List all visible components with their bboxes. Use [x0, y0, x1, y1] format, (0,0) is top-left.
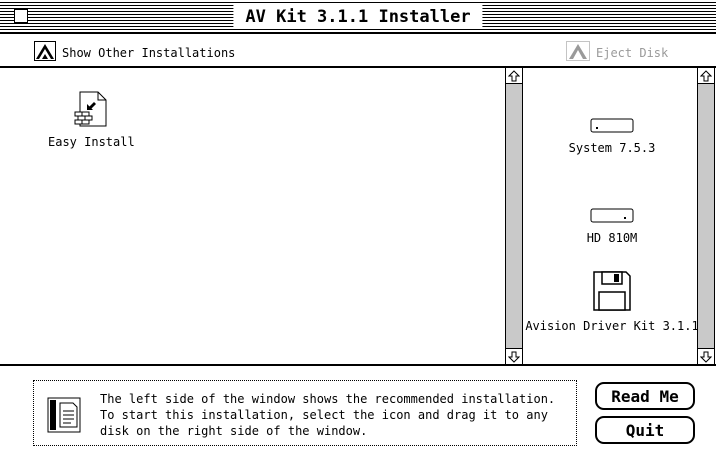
disk-label: Avision Driver Kit 3.1.1: [525, 319, 699, 333]
title-bar[interactable]: AV Kit 3.1.1 Installer: [0, 0, 716, 34]
scroll-down-arrow-icon[interactable]: [698, 348, 714, 364]
disk-pane: System 7.5.3 HD 810M Avision Driver Kit …: [525, 68, 699, 364]
installation-pane: Easy Install: [0, 68, 505, 364]
close-box[interactable]: [14, 9, 28, 23]
left-scrollbar[interactable]: [505, 68, 523, 364]
floppy-disk-icon: [592, 270, 632, 315]
show-other-label: Show Other Installations: [62, 45, 236, 60]
read-me-button[interactable]: Read Me: [595, 382, 695, 410]
eject-disk-label: Eject Disk: [596, 45, 669, 60]
toolbar: Show Other Installations Eject Disk: [0, 34, 716, 68]
installer-doc-icon: [72, 90, 110, 131]
installer-window: AV Kit 3.1.1 Installer Show Other Instal…: [0, 0, 716, 456]
disk-floppy[interactable]: Avision Driver Kit 3.1.1: [525, 270, 699, 333]
easy-install-item[interactable]: Easy Install: [48, 90, 135, 149]
disk-system[interactable]: System 7.5.3: [527, 116, 697, 155]
show-other-installations-button[interactable]: Show Other Installations: [34, 41, 235, 64]
hard-disk-icon: [590, 116, 634, 137]
quit-button[interactable]: Quit: [595, 416, 695, 444]
help-text: The left side of the window shows the re…: [100, 392, 556, 438]
eject-icon: [566, 41, 590, 64]
scroll-down-arrow-icon[interactable]: [506, 348, 522, 364]
hard-disk-icon: [590, 206, 634, 227]
eject-disk-button[interactable]: Eject Disk: [566, 41, 668, 64]
right-scrollbar[interactable]: [697, 68, 715, 364]
bottom-bar: The left side of the window shows the re…: [0, 364, 716, 456]
disk-label: HD 810M: [586, 231, 638, 245]
disk-label: System 7.5.3: [568, 141, 656, 155]
scroll-up-arrow-icon[interactable]: [506, 68, 522, 84]
window-title: AV Kit 3.1.1 Installer: [233, 5, 483, 29]
item-label: Easy Install: [48, 135, 135, 149]
mountain-icon: [34, 41, 56, 64]
help-box: The left side of the window shows the re…: [33, 380, 577, 446]
help-document-icon: [47, 397, 81, 436]
scroll-up-arrow-icon[interactable]: [698, 68, 714, 84]
disk-hd[interactable]: HD 810M: [527, 206, 697, 245]
